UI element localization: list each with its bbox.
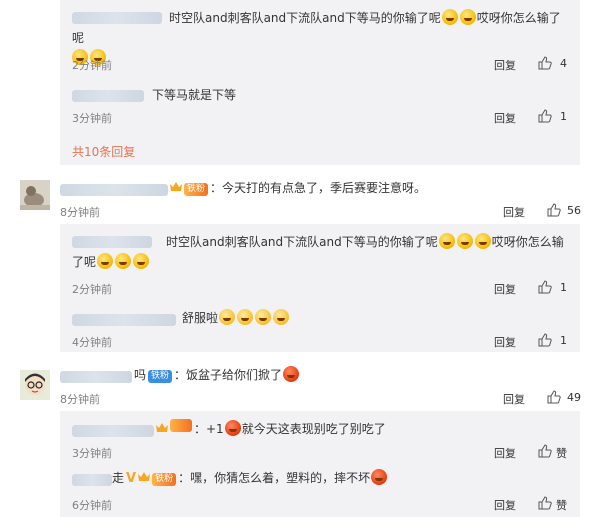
thumbs-up-icon[interactable] — [538, 109, 552, 123]
crown-icon — [138, 472, 151, 481]
like-count: 1 — [560, 110, 567, 123]
laughing-emoji-icon — [237, 309, 254, 325]
reply-button[interactable]: 回复 — [503, 391, 525, 407]
reply-text: 下等马就是下等 — [152, 88, 237, 102]
verified-v-icon: V — [126, 471, 137, 486]
crying-emoji-icon — [459, 9, 476, 25]
reply-text-part: 了呢 — [72, 255, 97, 269]
fan-badge — [170, 419, 192, 432]
laughing-emoji-icon — [219, 309, 236, 325]
comment-body: 吗铁粉 ：饭盆子给你们掀了 — [134, 365, 300, 385]
reply-text-part: ：+1 — [194, 422, 224, 436]
like-label: 赞 — [556, 447, 567, 460]
reply-text-part: 哎呀你怎么输 — [491, 235, 564, 249]
thumbs-up-icon[interactable] — [538, 496, 552, 510]
thumbs-up-icon[interactable] — [538, 444, 552, 458]
reply-button[interactable]: 回复 — [494, 281, 516, 297]
user-avatar[interactable] — [20, 180, 50, 210]
crown-icon — [156, 423, 168, 432]
reply-text-part: ：嘿，你猜怎么着，塑料的，摔不坏 — [178, 471, 371, 485]
comment-text: ：今天打的有点急了，季后赛要注意呀。 — [210, 181, 427, 195]
angry-emoji-icon — [224, 420, 241, 436]
reply-text-part: 时空队and刺客队and下流队and下等马的你输了呢 — [166, 235, 438, 249]
reply-text-part: 舒服啦 — [182, 311, 219, 325]
crying-emoji-icon — [133, 253, 150, 269]
reply-text: 走 V 铁粉 ：嘿，你猜怎么着，塑料的，摔不坏 — [112, 468, 388, 489]
reply-button[interactable]: 回复 — [503, 204, 525, 220]
reply-button[interactable]: 回复 — [494, 445, 516, 461]
reply-text-part: 时空队and刺客队and下流队and下等马的你输了呢 — [169, 11, 441, 25]
comment-timestamp: 8分钟前 — [60, 206, 100, 219]
user-avatar[interactable] — [20, 370, 50, 400]
reply-username[interactable] — [72, 474, 112, 486]
angry-emoji-icon — [371, 469, 388, 485]
more-replies-link[interactable]: 共10条回复 — [72, 143, 135, 160]
comment-body: 铁粉 ：今天打的有点急了，季后赛要注意呀。 — [170, 178, 426, 198]
reply-timestamp: 2分钟前 — [72, 59, 112, 72]
comment-username[interactable] — [60, 371, 132, 383]
crying-emoji-icon — [97, 253, 114, 269]
thumbs-up-icon[interactable] — [538, 280, 552, 294]
username-tail[interactable]: 走 — [112, 471, 124, 485]
reply-timestamp: 6分钟前 — [72, 499, 112, 512]
reply-timestamp: 3分钟前 — [72, 112, 112, 125]
comment-text: ：饭盆子给你们掀了 — [174, 368, 283, 382]
thumbs-up-icon[interactable] — [538, 56, 552, 70]
comment-username[interactable] — [60, 184, 168, 196]
thumbs-up-icon[interactable] — [538, 333, 552, 347]
reply-button[interactable]: 回复 — [494, 334, 516, 350]
comment-timestamp: 8分钟前 — [60, 393, 100, 406]
reply-timestamp: 4分钟前 — [72, 336, 112, 349]
reply-button[interactable]: 回复 — [494, 497, 516, 513]
crown-icon — [170, 182, 182, 191]
reply-username[interactable] — [72, 314, 176, 326]
crying-emoji-icon — [441, 9, 458, 25]
reply-timestamp: 3分钟前 — [72, 447, 112, 460]
thumbs-up-icon[interactable] — [547, 203, 561, 217]
reply-text-part: 就今天这表现别吃了别吃了 — [241, 422, 386, 436]
reply-username[interactable] — [72, 90, 144, 102]
angry-emoji-icon — [283, 366, 300, 382]
reply-text: 舒服啦 — [182, 308, 290, 328]
crying-emoji-icon — [474, 233, 491, 249]
crying-emoji-icon — [438, 233, 455, 249]
reply-timestamp: 2分钟前 — [72, 283, 112, 296]
reply-username[interactable] — [72, 425, 154, 437]
like-count: 4 — [560, 57, 567, 70]
crying-emoji-icon — [456, 233, 473, 249]
like-count: 56 — [567, 204, 581, 217]
fan-badge: 铁粉 — [148, 370, 173, 383]
laughing-emoji-icon — [255, 309, 272, 325]
crying-emoji-icon — [115, 253, 132, 269]
username-tail[interactable]: 吗 — [134, 368, 146, 382]
reply-text: ：+1 就今天这表现别吃了别吃了 — [156, 419, 386, 439]
thumbs-up-icon[interactable] — [547, 390, 561, 404]
reply-button[interactable]: 回复 — [494, 57, 516, 73]
fan-badge: 铁粉 — [152, 473, 177, 486]
reply-text: 时空队and刺客队and下流队and下等马的你输了呢 哎呀你怎么输 了呢 — [72, 232, 572, 272]
laughing-emoji-icon — [273, 309, 290, 325]
reply-button[interactable]: 回复 — [494, 110, 516, 126]
like-count: 1 — [560, 281, 567, 294]
like-label: 赞 — [556, 499, 567, 512]
fan-badge: 铁粉 — [184, 183, 209, 196]
like-count: 1 — [560, 334, 567, 347]
like-count: 49 — [567, 391, 581, 404]
